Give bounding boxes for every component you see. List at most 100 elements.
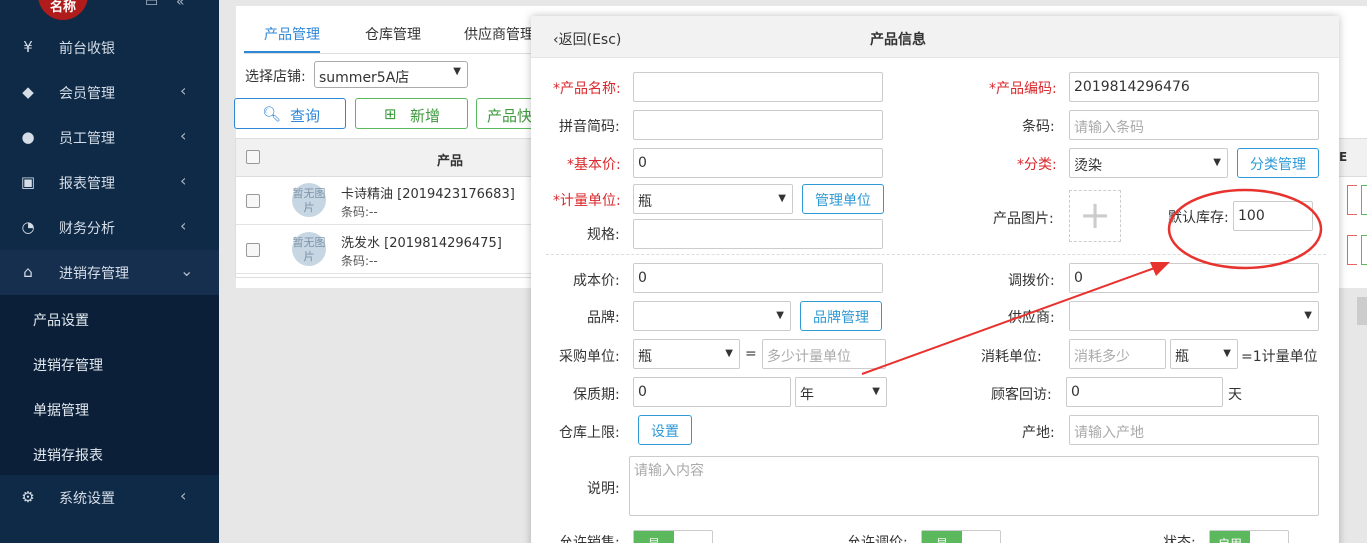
transfer-price-input[interactable]: 0	[1069, 263, 1319, 293]
brand-manage-button[interactable]: 品牌管理	[800, 301, 882, 331]
submenu-item-inventory-report[interactable]: 进销存报表	[33, 445, 103, 465]
query-button[interactable]: 🔍︎ 查询	[234, 98, 346, 129]
sidebar-item-cashier[interactable]: ¥ 前台收银	[0, 25, 219, 70]
sidebar-item-settings[interactable]: ⚙ 系统设置 ‹	[0, 475, 219, 520]
submenu-item-inventory[interactable]: 进销存管理	[33, 355, 103, 375]
shelf-life-input[interactable]: 0	[633, 377, 791, 407]
revisit-unit: 天	[1228, 387, 1242, 403]
equals-sign: =	[745, 346, 757, 362]
sidebar-item-members[interactable]: ◆ 会员管理 ‹	[0, 70, 219, 115]
toggle-icon[interactable]: ▭	[145, 0, 158, 10]
image-upload-plus-icon[interactable]: +	[1069, 190, 1121, 242]
back-button[interactable]: ‹返回(Esc)	[553, 29, 621, 49]
tab-divider	[244, 53, 534, 54]
product-thumbnail: 暂无图片	[292, 183, 326, 217]
row-action-button[interactable]	[1361, 235, 1367, 265]
product-name: 卡诗精油 [2019423176683]	[341, 187, 515, 202]
pinyin-input[interactable]	[633, 110, 883, 140]
caret-down-icon: ▼	[1223, 348, 1231, 359]
sidebar-controls[interactable]: ▭ «	[145, 0, 185, 10]
product-barcode: 条码:--	[341, 254, 378, 268]
scrollbar[interactable]	[1357, 297, 1367, 325]
caret-down-icon: ▼	[778, 193, 786, 204]
row-action-button[interactable]	[1347, 185, 1357, 215]
shelf-life-label: 保质期:	[573, 387, 620, 403]
user-icon: ●	[21, 128, 35, 146]
row-checkbox[interactable]	[246, 243, 260, 257]
consume-quantity-input[interactable]: 消耗多少	[1069, 339, 1166, 369]
base-price-input[interactable]: 0	[633, 148, 883, 178]
sidebar-item-label: 报表管理	[59, 176, 115, 192]
tab-products[interactable]: 产品管理	[264, 24, 320, 44]
submenu-item-product-settings[interactable]: 产品设置	[33, 310, 89, 330]
tab-suppliers[interactable]: 供应商管理	[464, 24, 534, 44]
cost-input[interactable]: 0	[633, 263, 883, 293]
product-barcode: 条码:--	[341, 205, 378, 219]
allow-adjust-toggle[interactable]: 是	[921, 530, 1001, 543]
caret-down-icon: ▼	[872, 386, 880, 397]
sidebar-item-inventory[interactable]: ⌂ 进销存管理 ⌄	[0, 250, 219, 295]
barcode-input[interactable]: 请输入条码	[1069, 110, 1319, 140]
revisit-label: 顾客回访:	[991, 387, 1052, 403]
shelf-life-unit-select[interactable]: 年 ▼	[795, 377, 887, 407]
category-manage-button[interactable]: 分类管理	[1237, 148, 1319, 178]
tab-warehouse[interactable]: 仓库管理	[365, 24, 421, 44]
unit-label: *计量单位:	[553, 193, 621, 209]
spec-input[interactable]	[633, 219, 883, 249]
sidebar-item-label: 前台收银	[59, 41, 115, 57]
sidebar-item-finance[interactable]: ◔ 财务分析 ‹	[0, 205, 219, 250]
supplier-select[interactable]: ▼	[1069, 301, 1319, 331]
product-name-label: *产品名称:	[553, 81, 621, 97]
add-icon: ⊞	[384, 105, 397, 123]
allow-sale-toggle[interactable]: 是	[633, 530, 713, 543]
product-table: 产品 暂无图片 卡诗精油 [2019423176683] 条码:-- 暂无图片 …	[235, 138, 536, 278]
select-all-checkbox[interactable]	[246, 150, 260, 164]
row-action-button[interactable]	[1361, 185, 1367, 215]
submenu-item-documents[interactable]: 单据管理	[33, 400, 89, 420]
collapse-icon[interactable]: «	[176, 0, 185, 10]
consume-unit-label: 消耗单位:	[981, 349, 1042, 365]
tab-active-indicator	[244, 51, 320, 53]
brand-select[interactable]: ▼	[633, 301, 791, 331]
unit-manage-button[interactable]: 管理单位	[802, 184, 884, 214]
sidebar-item-label: 系统设置	[59, 491, 115, 507]
caret-down-icon: ▼	[725, 348, 733, 359]
stock-limit-set-button[interactable]: 设置	[638, 415, 692, 445]
revisit-input[interactable]: 0	[1066, 377, 1223, 407]
pinyin-label: 拼音简码:	[559, 119, 620, 135]
sidebar-item-staff[interactable]: ● 员工管理 ‹	[0, 115, 219, 160]
product-image-label: 产品图片:	[993, 211, 1054, 227]
quick-button[interactable]: 产品快	[476, 98, 536, 129]
row-action-button[interactable]	[1347, 235, 1357, 265]
category-select[interactable]: 烫染 ▼	[1069, 148, 1228, 178]
consume-unit-suffix: =1计量单位	[1241, 349, 1318, 365]
caret-down-icon: ▼	[776, 310, 784, 321]
consume-unit-select[interactable]: 瓶 ▼	[1170, 339, 1238, 369]
row-checkbox[interactable]	[246, 194, 260, 208]
table-row[interactable]: 暂无图片 洗发水 [2019814296475] 条码:--	[236, 226, 536, 274]
dialog-title: 产品信息	[870, 32, 926, 48]
product-code-input[interactable]: 2019814296476	[1069, 72, 1319, 102]
logo: 名称	[38, 0, 88, 20]
product-name-input[interactable]	[633, 72, 883, 102]
default-stock-input[interactable]: 100	[1233, 201, 1313, 231]
origin-input[interactable]: 请输入产地	[1069, 415, 1319, 445]
chevron-left-icon: ‹	[180, 216, 187, 235]
store-value: summer5A店	[319, 70, 410, 86]
stock-limit-label: 仓库上限:	[559, 425, 620, 441]
purchase-unit-select[interactable]: 瓶 ▼	[633, 339, 740, 369]
status-label: 状态:	[1163, 535, 1196, 543]
spec-label: 规格:	[587, 227, 620, 243]
description-textarea[interactable]: 请输入内容	[629, 456, 1319, 516]
diamond-icon: ◆	[22, 83, 34, 101]
status-toggle[interactable]: 启用	[1209, 530, 1289, 543]
unit-select[interactable]: 瓶 ▼	[633, 184, 793, 214]
add-button[interactable]: ⊞ 新增	[355, 98, 468, 129]
purchase-quantity-input[interactable]: 多少计量单位	[762, 339, 886, 369]
column-product: 产品	[437, 154, 464, 169]
cost-label: 成本价:	[573, 273, 620, 289]
sidebar: 名称 ▭ « ¥ 前台收银 ◆ 会员管理 ‹ ● 员工管理 ‹ ▣ 报表管理 ‹ ◔ 财务分析 ‹…	[0, 0, 219, 543]
sidebar-item-reports[interactable]: ▣ 报表管理 ‹	[0, 160, 219, 205]
table-row[interactable]: 暂无图片 卡诗精油 [2019423176683] 条码:--	[236, 177, 536, 225]
store-select[interactable]: summer5A店 ▼	[314, 61, 468, 88]
